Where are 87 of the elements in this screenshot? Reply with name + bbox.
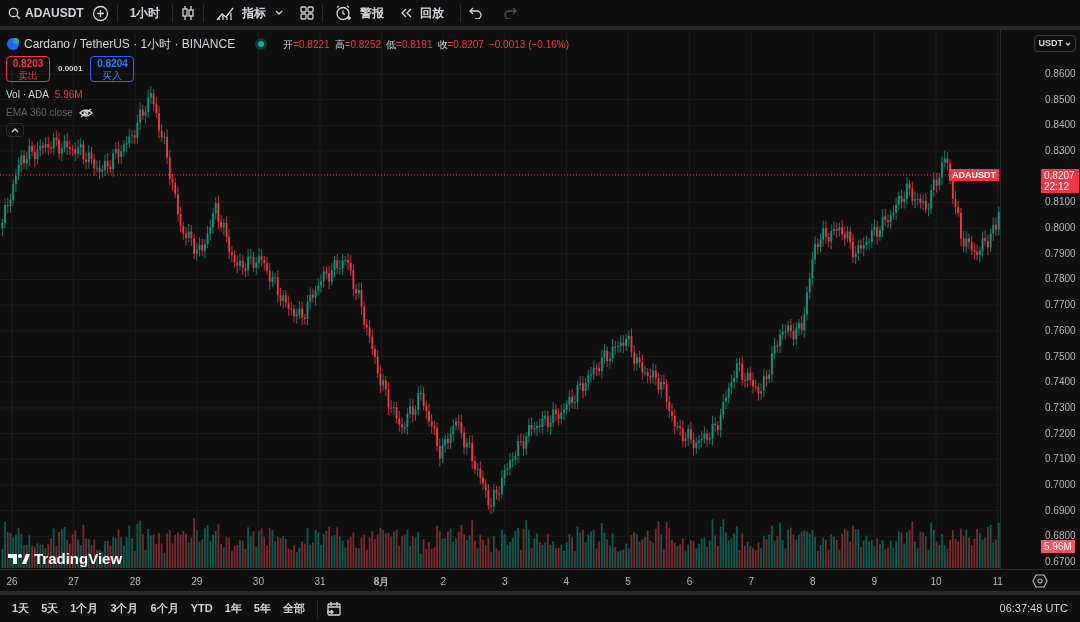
ohlc-value: 开=0.8221 (283, 37, 330, 52)
volume-value: 5.96M (54, 88, 83, 102)
range-button[interactable]: 1个月 (66, 597, 103, 620)
price-change: −0.0013 (−0.16%) (488, 37, 569, 52)
volume-price-label: 5.96M (1041, 540, 1075, 553)
ema-indicator-name: EMA 360 close (6, 106, 73, 120)
time-label: 10 (930, 575, 942, 589)
currency-button[interactable]: USDT (1033, 35, 1076, 52)
price-tick: 0.6800 (1045, 530, 1076, 542)
symbol-search-button[interactable]: ADAUSDT (4, 1, 88, 25)
interval-button[interactable]: 1小时 (125, 1, 165, 25)
caret-icon (1065, 41, 1071, 46)
tradingview-logo-icon (8, 553, 30, 566)
range-button[interactable]: 6个月 (146, 597, 183, 620)
range-button[interactable]: 1天 (8, 597, 34, 620)
search-icon (8, 6, 21, 20)
rewind-icon (400, 8, 413, 18)
range-button[interactable]: 1年 (220, 597, 246, 620)
sell-button[interactable]: 0.8203 卖出 (6, 56, 50, 82)
candles-icon[interactable] (181, 5, 196, 21)
price-tick: 0.7000 (1045, 478, 1076, 491)
time-label: 26 (6, 575, 18, 589)
settings-icon[interactable] (1032, 572, 1048, 589)
ohlc-value: 收=0.8207 (437, 37, 484, 52)
range-button[interactable]: 5天 (37, 597, 63, 620)
ohlc-value: 低=0.8191 (386, 37, 433, 52)
time-label: 5 (625, 575, 631, 589)
chevron-up-icon (11, 127, 19, 133)
caret-icon[interactable] (274, 9, 285, 17)
time-label: 27 (68, 575, 80, 589)
symbol-price-tag: ADAUSDT (949, 168, 999, 181)
ohlc-value: 高=0.8252 (334, 37, 382, 52)
time-label: 7 (748, 575, 754, 589)
price-tick: 0.7100 (1045, 453, 1076, 466)
time-label: 28 (129, 575, 141, 589)
price-tick: 0.8600 (1045, 68, 1076, 80)
chart-title: Cardano / TetherUS · 1小时 · BINANCE (24, 36, 236, 53)
time-label: 2 (440, 575, 446, 589)
time-label: 31 (314, 575, 326, 589)
range-button[interactable]: 全部 (278, 597, 309, 620)
range-button[interactable]: YTD (186, 597, 217, 620)
time-label: 4 (563, 575, 570, 589)
range-button[interactable]: 5年 (249, 597, 275, 620)
alert-button[interactable]: 警报 (331, 1, 389, 25)
collapse-legend-button[interactable] (6, 123, 24, 137)
indicators-button[interactable]: 指标 (212, 1, 271, 25)
spread-value: 0.0001 (58, 63, 83, 75)
time-label: 8 (810, 575, 816, 589)
calendar-icon[interactable] (325, 601, 342, 616)
time-label: 9 (871, 575, 878, 589)
alarm-clock-icon (335, 4, 353, 22)
coin-logo-icon (6, 37, 20, 51)
time-label: 30 (252, 575, 264, 589)
price-tick: 0.8100 (1045, 196, 1076, 209)
replay-button[interactable]: 回放 (392, 1, 453, 25)
layout-icon[interactable] (300, 6, 315, 20)
add-symbol-icon[interactable] (91, 4, 109, 22)
price-tick: 0.7500 (1045, 350, 1076, 363)
time-label: 29 (191, 575, 203, 589)
price-tick: 0.7400 (1045, 376, 1076, 389)
price-tick: 0.8400 (1045, 119, 1076, 132)
price-tick: 0.8300 (1045, 145, 1076, 158)
time-label: 8月 (373, 575, 390, 589)
tradingview-logo-text: TradingView (34, 549, 123, 569)
range-button[interactable]: 3个月 (106, 597, 143, 620)
price-tick: 0.7200 (1045, 427, 1076, 440)
last-price-label: 0.8207 (1044, 169, 1076, 181)
buy-button[interactable]: 0.8204 买入 (90, 56, 135, 82)
price-tick: 0.6900 (1045, 504, 1076, 517)
price-tick: 0.7800 (1045, 273, 1076, 286)
price-tick: 0.7900 (1045, 247, 1076, 260)
time-label: 11 (992, 575, 1003, 589)
price-tick: 0.8000 (1045, 222, 1076, 235)
redo-icon (503, 7, 518, 19)
price-tick: 0.7700 (1045, 299, 1076, 312)
time-label: 6 (686, 575, 693, 589)
price-tick: 0.7300 (1045, 401, 1076, 414)
countdown-timer: 22:12 (1044, 180, 1071, 192)
price-tick: 0.6700 (1045, 556, 1076, 568)
time-label: 3 (502, 575, 508, 589)
utc-clock[interactable]: 06:37:48 UTC (999, 600, 1072, 617)
price-tick: 0.7600 (1045, 324, 1076, 337)
chart-icon (216, 5, 235, 21)
price-tick: 0.8500 (1045, 93, 1076, 106)
volume-indicator-name: Vol · ADA (6, 88, 49, 102)
eye-crossed-icon[interactable] (78, 107, 93, 118)
undo-icon[interactable] (469, 7, 484, 19)
